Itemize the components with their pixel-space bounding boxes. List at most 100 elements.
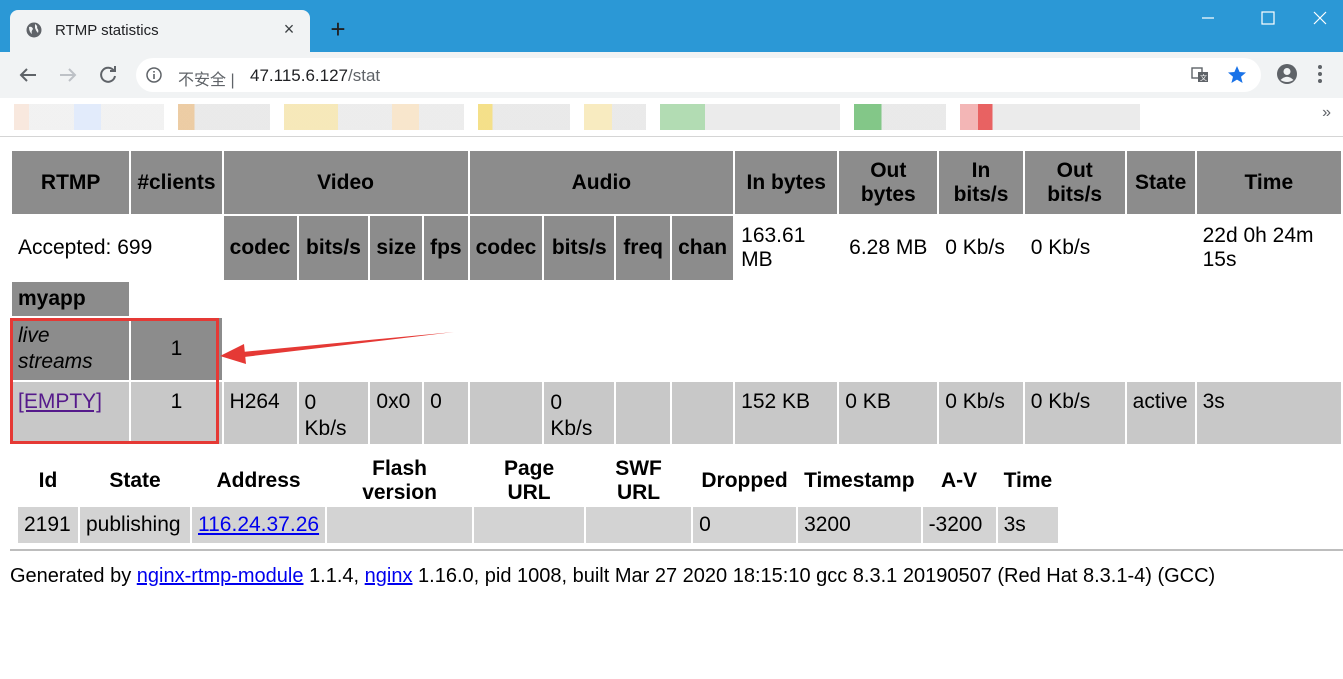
browser-toolbar: 不安全 | 47.115.6.127/stat 文 [0, 52, 1343, 98]
stream-out-bits: 0 Kb/s [1024, 382, 1125, 444]
bookmark-item-6[interactable] [660, 104, 840, 130]
header-video: Video [223, 151, 468, 214]
bookmark-item-1[interactable] [14, 104, 164, 130]
header-rtmp: RTMP [12, 151, 130, 214]
bookmark-item-2[interactable] [178, 104, 270, 130]
url-path: /stat [348, 66, 381, 85]
header-time: Time [1196, 151, 1341, 214]
server-uptime: 22d 0h 24m 15s [1196, 216, 1341, 280]
subheader-video-bits: bits/s [298, 216, 369, 280]
bookmark-item-7[interactable] [854, 104, 946, 130]
stream-video-bits: 0 Kb/s [298, 382, 369, 444]
minimize-icon[interactable] [1190, 8, 1226, 28]
back-arrow-icon[interactable] [16, 63, 40, 87]
globe-icon [26, 22, 42, 38]
subheader-video-size: size [370, 216, 423, 280]
header-out-bits: Out bits/s [1024, 151, 1125, 214]
client-row: 2191 publishing 116.24.37.26 0 3200 -320… [18, 507, 1059, 543]
server-in-bits: 0 Kb/s [939, 216, 1023, 280]
more-bookmarks-icon[interactable]: » [1322, 104, 1331, 122]
close-window-icon[interactable] [1302, 8, 1338, 28]
header-in-bits: In bits/s [939, 151, 1023, 214]
subheader-video-fps: fps [424, 216, 468, 280]
maximize-icon[interactable] [1250, 8, 1286, 28]
live-streams-count: 1 [131, 318, 222, 380]
footer: Generated by nginx-rtmp-module 1.1.4, ng… [10, 565, 1215, 588]
header-audio: Audio [469, 151, 734, 214]
bookmarks-bar: » [0, 98, 1343, 137]
clients-header-flash-version: Flash version [362, 457, 437, 504]
info-icon[interactable] [146, 67, 162, 83]
clients-header-swf-url: SWF URL [615, 457, 662, 504]
client-state: publishing [80, 507, 190, 543]
bookmark-item-8[interactable] [960, 104, 1140, 130]
stream-video-codec: H264 [223, 382, 297, 444]
stream-state: active [1126, 382, 1195, 444]
client-av: -3200 [922, 507, 996, 543]
bookmark-item-3[interactable] [284, 104, 464, 130]
rtmp-stats-table: RTMP #clients Video Audio In bytes Out b… [10, 149, 1343, 446]
client-id: 2191 [18, 507, 78, 543]
app-name: myapp [12, 282, 130, 316]
menu-kebab-icon[interactable] [1316, 62, 1324, 86]
reload-icon[interactable] [96, 63, 120, 87]
client-dropped: 0 [693, 507, 797, 543]
bookmark-item-4[interactable] [478, 104, 570, 130]
stream-audio-codec [469, 382, 543, 444]
close-tab-icon[interactable]: × [278, 18, 300, 40]
stream-clients: 1 [131, 382, 222, 444]
subheader-audio-bits: bits/s [544, 216, 615, 280]
address-bar[interactable]: 不安全 | 47.115.6.127/stat 文 [136, 58, 1261, 92]
page-content: RTMP #clients Video Audio In bytes Out b… [0, 137, 1343, 679]
stream-name-link[interactable]: [EMPTY] [18, 390, 102, 413]
client-address-link[interactable]: 116.24.37.26 [198, 513, 319, 536]
browser-titlebar: RTMP statistics × + [0, 0, 1343, 52]
url-host: 47.115.6.127 [250, 66, 348, 85]
subheader-audio-codec: codec [469, 216, 543, 280]
footer-module-link[interactable]: nginx-rtmp-module [137, 565, 304, 587]
stream-in-bits: 0 Kb/s [939, 382, 1023, 444]
clients-header-av: A-V [940, 469, 978, 492]
new-tab-button[interactable]: + [325, 16, 351, 42]
clients-header-address: Address [216, 469, 301, 492]
client-page-url [474, 507, 585, 543]
header-out-bytes: Out bytes [839, 151, 938, 214]
bookmark-star-icon[interactable] [1227, 65, 1247, 85]
translate-icon[interactable]: 文 [1191, 66, 1209, 84]
footer-prefix: Generated by [10, 565, 132, 587]
header-in-bytes: In bytes [735, 151, 838, 214]
stream-audio-bits: 0 Kb/s [544, 382, 615, 444]
clients-header-row: Id State Address Flash version Page URL … [18, 457, 1058, 505]
header-clients: #clients [131, 151, 222, 214]
footer-module-version: 1.1.4, [309, 565, 360, 587]
clients-header-timestamp: Timestamp [804, 469, 915, 492]
live-streams-label: live streams [12, 318, 130, 380]
clients-header-state: State [109, 469, 161, 492]
svg-text:文: 文 [1200, 73, 1207, 82]
footer-nginx-link[interactable]: nginx [365, 565, 413, 587]
profile-avatar-icon[interactable] [1276, 63, 1298, 85]
browser-tab[interactable]: RTMP statistics × [10, 10, 310, 52]
clients-header-time: Time [1003, 469, 1053, 492]
horizontal-rule [10, 549, 1343, 551]
stream-video-fps: 0 [424, 382, 468, 444]
url-text[interactable]: 47.115.6.127/stat [250, 66, 380, 86]
client-flash-version [327, 507, 473, 543]
clients-header-id: Id [38, 469, 58, 492]
stream-video-size: 0x0 [370, 382, 423, 444]
client-address-cell: 116.24.37.26 [192, 507, 326, 543]
client-timestamp: 3200 [798, 507, 921, 543]
stream-in-bytes: 152 KB [735, 382, 838, 444]
stream-time: 3s [1196, 382, 1341, 444]
client-time: 3s [997, 507, 1059, 543]
clients-header-page-url: Page URL [503, 457, 555, 504]
header-state: State [1126, 151, 1195, 214]
subheader-audio-chan: chan [672, 216, 734, 280]
clients-table: Id State Address Flash version Page URL … [16, 455, 1060, 545]
server-in-bytes: 163.61 MB [735, 216, 838, 280]
insecure-label: 不安全 | [178, 72, 235, 89]
subheader-video-codec: codec [223, 216, 297, 280]
bookmark-item-5[interactable] [584, 104, 646, 130]
forward-arrow-icon[interactable] [56, 63, 80, 87]
server-out-bytes: 6.28 MB [839, 216, 938, 280]
